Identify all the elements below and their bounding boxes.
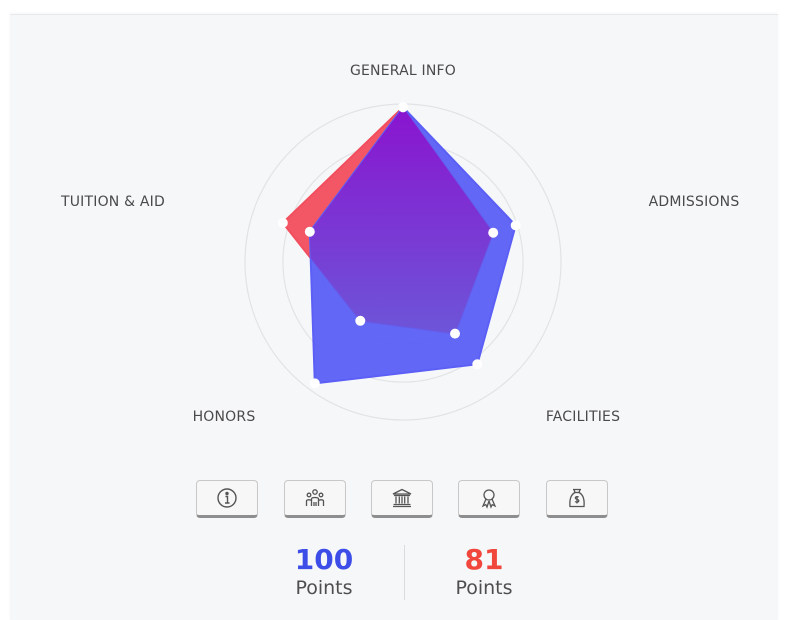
score-right-value: 81 [464, 543, 504, 576]
series-1-point-4[interactable] [309, 378, 320, 389]
series-2-point-2[interactable] [488, 227, 499, 238]
radar-chart: GENERAL INFO ADMISSIONS FACILITIES HONOR… [60, 63, 740, 425]
axis-label-general-info: GENERAL INFO [350, 63, 456, 79]
award-button[interactable] [458, 480, 520, 518]
score-left-value: 100 [294, 543, 354, 576]
score-left-unit: Points [295, 577, 353, 599]
score-right: 81 Points [424, 545, 544, 601]
series-1-point-3[interactable] [472, 359, 483, 370]
people-icon [305, 489, 325, 506]
score-left: 100 Points [264, 545, 384, 601]
axis-label-facilities: FACILITIES [546, 409, 620, 425]
info-icon [217, 488, 237, 508]
series-2-point-3[interactable] [450, 328, 460, 339]
institution-button[interactable] [371, 480, 433, 518]
series-2-point-4[interactable] [355, 315, 366, 326]
series-1-point-2[interactable] [510, 220, 521, 231]
award-ribbon-icon [481, 489, 497, 509]
money-button[interactable] [546, 480, 608, 518]
series-2-point-5[interactable] [277, 217, 288, 228]
series-1-point-5[interactable] [304, 226, 315, 237]
axis-label-honors: HONORS [193, 409, 256, 425]
score-divider [404, 545, 405, 600]
institution-icon [392, 488, 412, 508]
axis-label-tuition-aid: TUITION & AID [60, 194, 165, 210]
category-icon-row [0, 480, 788, 522]
money-bag-icon [569, 488, 585, 508]
axis-label-admissions: ADMISSIONS [649, 194, 740, 210]
info-button[interactable] [196, 480, 258, 518]
score-right-unit: Points [455, 577, 513, 599]
series-2-point-1[interactable] [398, 102, 408, 113]
people-button[interactable] [284, 480, 346, 518]
